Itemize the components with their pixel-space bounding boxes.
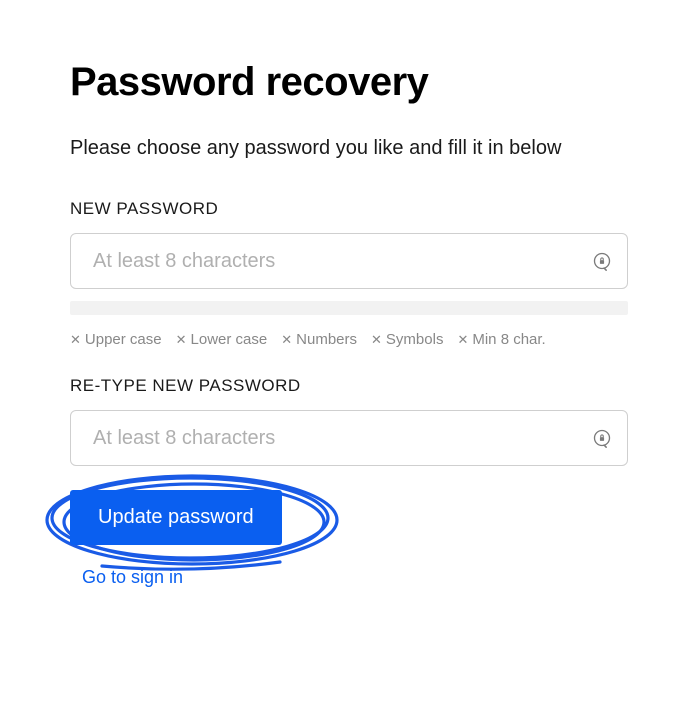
rule-minlength: ✕ Min 8 char.: [457, 331, 545, 348]
go-to-signin-link[interactable]: Go to sign in: [82, 567, 183, 588]
rule-numbers-label: Numbers: [296, 331, 357, 348]
x-icon: ✕: [281, 333, 292, 346]
new-password-label: NEW PASSWORD: [70, 199, 628, 219]
retype-password-input[interactable]: [70, 410, 628, 466]
lock-icon: [592, 428, 612, 448]
password-rules: ✕ Upper case ✕ Lower case ✕ Numbers ✕ Sy…: [70, 331, 628, 348]
new-password-input-wrap: [70, 233, 628, 289]
rule-lowercase: ✕ Lower case: [176, 331, 268, 348]
update-password-button[interactable]: Update password: [70, 490, 282, 545]
retype-password-input-wrap: [70, 410, 628, 466]
retype-password-group: RE-TYPE NEW PASSWORD: [70, 376, 628, 466]
retype-password-label: RE-TYPE NEW PASSWORD: [70, 376, 628, 396]
rule-numbers: ✕ Numbers: [281, 331, 357, 348]
rule-symbols-label: Symbols: [386, 331, 444, 348]
new-password-input[interactable]: [70, 233, 628, 289]
rule-uppercase: ✕ Upper case: [70, 331, 162, 348]
x-icon: ✕: [176, 333, 187, 346]
lock-icon: [592, 251, 612, 271]
new-password-group: NEW PASSWORD: [70, 199, 628, 315]
x-icon: ✕: [457, 333, 468, 346]
rule-uppercase-label: Upper case: [85, 331, 162, 348]
instruction-text: Please choose any password you like and …: [70, 133, 628, 163]
rule-symbols: ✕ Symbols: [371, 331, 443, 348]
update-button-area: Update password: [70, 490, 282, 545]
page-title: Password recovery: [70, 60, 628, 105]
rule-minlength-label: Min 8 char.: [472, 331, 545, 348]
password-strength-bar: [70, 301, 628, 315]
x-icon: ✕: [371, 333, 382, 346]
rule-lowercase-label: Lower case: [191, 331, 268, 348]
x-icon: ✕: [70, 333, 81, 346]
